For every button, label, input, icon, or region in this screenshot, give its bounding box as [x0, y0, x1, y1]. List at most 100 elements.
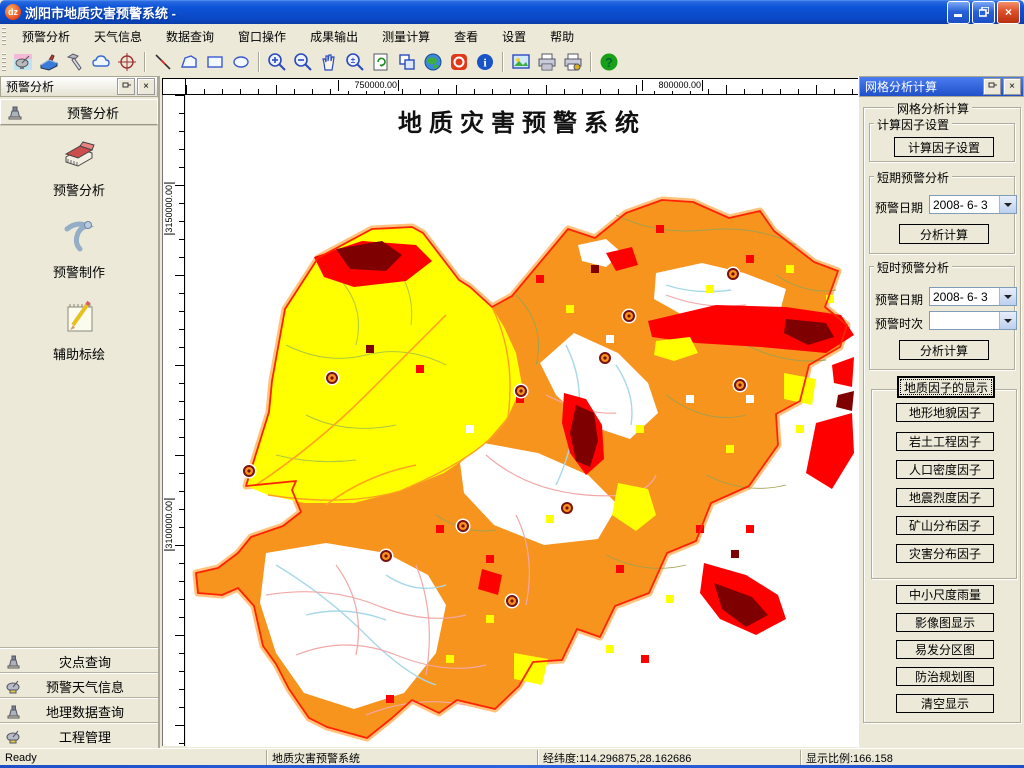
- window-titlebar: dz 浏阳市地质灾害预警系统 - ×: [0, 0, 1024, 24]
- status-scale: 显示比例:166.158: [800, 750, 1024, 765]
- stamp-icon: [0, 704, 26, 719]
- map-canvas[interactable]: 地质灾害预警系统: [186, 95, 858, 747]
- right-panel-pin-button[interactable]: [983, 78, 1001, 95]
- tool-aux-plotting[interactable]: 辅助标绘: [0, 297, 158, 363]
- restore-button[interactable]: [972, 0, 995, 24]
- ruler-corner: [162, 78, 186, 95]
- vertical-ruler: 3150000.00 3100000.00: [162, 95, 185, 746]
- ellipse-tool-icon[interactable]: [229, 51, 253, 74]
- short-time-period-combobox[interactable]: [929, 311, 1017, 330]
- geotech-factor-button[interactable]: 岩土工程因子: [896, 432, 994, 451]
- short-time-period-label: 预警时次: [875, 317, 924, 331]
- toolbar-grip[interactable]: [2, 53, 6, 71]
- h-ruler-label: 750000.00: [338, 80, 399, 91]
- status-document: 地质灾害预警系统: [266, 750, 537, 765]
- menu-data-query[interactable]: 数据查询: [154, 25, 226, 48]
- susceptibility-zoning-button[interactable]: 易发分区图: [896, 640, 994, 659]
- close-button[interactable]: ×: [997, 0, 1020, 24]
- rectangle-tool-icon[interactable]: [203, 51, 227, 74]
- short-term-date-combobox[interactable]: 2008- 6- 3: [929, 195, 1017, 214]
- map-document: 750000.00 800000.00 3150000.00 3100000.0…: [160, 76, 858, 748]
- calc-factor-settings-button[interactable]: 计算因子设置: [894, 137, 994, 157]
- menu-view[interactable]: 查看: [442, 25, 490, 48]
- minimize-button[interactable]: [947, 0, 970, 24]
- v-ruler-label: 3150000.00: [164, 183, 175, 235]
- left-panel-header[interactable]: 预警分析: [0, 99, 158, 125]
- menu-measure-calc[interactable]: 测量计算: [370, 25, 442, 48]
- status-ready: Ready: [5, 751, 37, 764]
- short-time-date-combobox[interactable]: 2008- 6- 3: [929, 287, 1017, 306]
- menu-help[interactable]: 帮助: [538, 25, 586, 48]
- short-time-analyze-button[interactable]: 分析计算: [899, 340, 989, 360]
- terrain-factor-button[interactable]: 地形地貌因子: [896, 403, 994, 422]
- prevention-planning-button[interactable]: 防治规划图: [896, 667, 994, 686]
- menu-result-output[interactable]: 成果输出: [298, 25, 370, 48]
- window-title: 浏阳市地质灾害预警系统 -: [25, 5, 176, 21]
- zoom-in-icon[interactable]: [265, 51, 289, 74]
- menu-weather-info[interactable]: 天气信息: [82, 25, 154, 48]
- nav-geo-data-query[interactable]: 地理数据查询: [0, 698, 158, 723]
- rainfall-scale-button[interactable]: 中小尺度雨量: [896, 585, 994, 604]
- image-display-button[interactable]: 影像图显示: [896, 613, 994, 632]
- copy-layers-icon[interactable]: [395, 51, 419, 74]
- status-bar: Ready 地质灾害预警系统 经纬度:114.296875,28.162686 …: [0, 748, 1024, 766]
- risk-map: [192, 196, 854, 742]
- short-time-date-label: 预警日期: [875, 293, 924, 307]
- horizontal-ruler: 750000.00 800000.00: [186, 78, 858, 95]
- menu-window-ops[interactable]: 窗口操作: [226, 25, 298, 48]
- nav-disaster-point-query[interactable]: 灾点查询: [0, 648, 158, 673]
- swoosh-tool-icon: [59, 215, 99, 258]
- right-panel: 网格分析计算 × 网格分析计算 计算因子设置 计算因子设置 短期预警分析 预警日…: [858, 76, 1024, 748]
- menu-warning-analysis[interactable]: 预警分析: [10, 25, 82, 48]
- v-ruler-label: 3100000.00: [164, 499, 175, 551]
- population-factor-button[interactable]: 人口密度因子: [896, 460, 994, 479]
- right-panel-close-button[interactable]: ×: [1003, 78, 1021, 95]
- paint-fill-icon[interactable]: [37, 51, 61, 74]
- info-icon[interactable]: i: [473, 51, 497, 74]
- menu-settings[interactable]: 设置: [490, 25, 538, 48]
- left-panel-pin-button[interactable]: [117, 78, 135, 95]
- chevron-down-icon[interactable]: [999, 288, 1016, 305]
- mine-distribution-factor-button[interactable]: 矿山分布因子: [896, 516, 994, 535]
- status-coordinates: 经纬度:114.296875,28.162686: [537, 750, 800, 765]
- left-panel-header-label: 预警分析: [66, 105, 119, 121]
- tool-warning-analysis[interactable]: 预警分析: [0, 135, 158, 199]
- svg-text:?: ?: [605, 55, 613, 70]
- satellite-map-icon[interactable]: [11, 51, 35, 74]
- stamp-icon: [0, 654, 26, 669]
- line-tool-icon[interactable]: [151, 51, 175, 74]
- image-view-icon[interactable]: [509, 51, 533, 74]
- print-icon[interactable]: [535, 51, 559, 74]
- dish-icon: [0, 729, 26, 744]
- help-icon[interactable]: ?: [597, 51, 621, 74]
- hammer-tool-icon[interactable]: [63, 51, 87, 74]
- geology-factor-display-button[interactable]: 地质因子的显示: [897, 376, 995, 398]
- zoom-out-icon[interactable]: [291, 51, 315, 74]
- crosshair-icon[interactable]: [115, 51, 139, 74]
- disaster-distribution-factor-button[interactable]: 灾害分布因子: [896, 544, 994, 563]
- tool-warning-production[interactable]: 预警制作: [0, 215, 158, 281]
- notepad-pencil-icon: [59, 297, 99, 340]
- left-panel-title: 预警分析: [6, 80, 55, 94]
- app-icon: dz: [5, 4, 21, 20]
- print-setup-icon[interactable]: [561, 51, 585, 74]
- chevron-down-icon[interactable]: [999, 196, 1016, 213]
- pan-hand-icon[interactable]: [317, 51, 341, 74]
- polygon-tool-icon[interactable]: [177, 51, 201, 74]
- nav-warning-weather-info[interactable]: 预警天气信息: [0, 673, 158, 698]
- cloud-icon[interactable]: [89, 51, 113, 74]
- left-panel-close-button[interactable]: ×: [137, 78, 155, 95]
- zoom-extent-icon[interactable]: ±: [343, 51, 367, 74]
- nav-project-management[interactable]: 工程管理: [0, 723, 158, 748]
- stop-icon[interactable]: [447, 51, 471, 74]
- left-panel: 预警分析 × 预警分析 预警分析 预警制作 辅助标绘 灾点查询 预警天气信息 地…: [0, 76, 160, 748]
- right-panel-titlebar: 网格分析计算 ×: [859, 76, 1024, 97]
- refresh-view-icon[interactable]: [369, 51, 393, 74]
- chevron-down-icon[interactable]: [999, 312, 1016, 329]
- short-term-analyze-button[interactable]: 分析计算: [899, 224, 989, 244]
- clear-display-button[interactable]: 清空显示: [896, 694, 994, 713]
- seismic-factor-button[interactable]: 地震烈度因子: [896, 488, 994, 507]
- map-title: 地质灾害预警系统: [398, 108, 646, 137]
- menu-grip[interactable]: [2, 27, 6, 45]
- globe-web-icon[interactable]: [421, 51, 445, 74]
